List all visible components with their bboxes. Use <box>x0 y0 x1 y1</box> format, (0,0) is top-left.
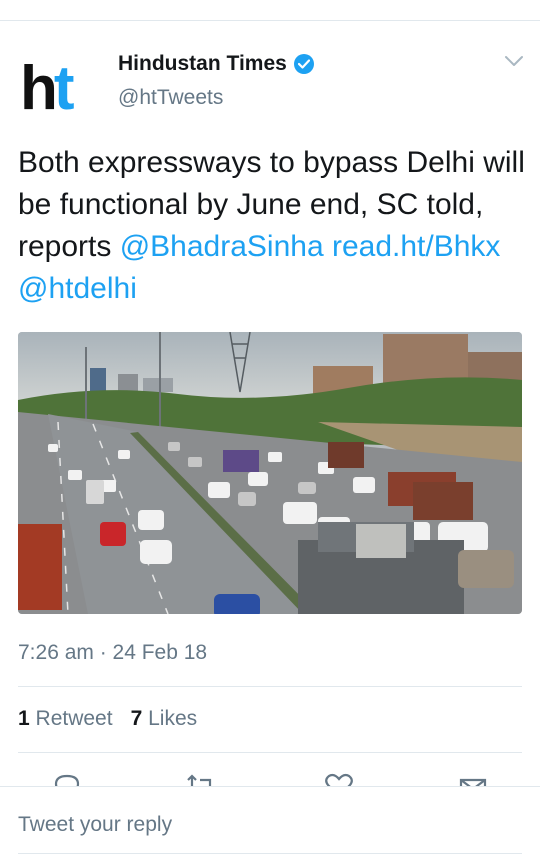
mention-link-bhadrasinha[interactable]: @BhadraSinha <box>120 230 324 263</box>
divider <box>18 686 522 687</box>
tweet-text-space <box>324 230 332 263</box>
avatar-logo-t: t <box>53 54 75 123</box>
avatar[interactable]: ht <box>20 44 96 120</box>
author-handle[interactable]: @htTweets <box>118 86 223 110</box>
url-link[interactable]: read.ht/Bhkx <box>332 230 500 263</box>
avatar-logo-h: h <box>20 54 58 123</box>
top-divider <box>0 20 540 21</box>
reply-bar: Tweet your reply <box>0 786 540 860</box>
chevron-down-icon[interactable] <box>504 54 524 68</box>
mention-link-htdelhi[interactable]: @htdelhi <box>18 272 137 305</box>
author-name-row[interactable]: Hindustan Times <box>118 52 314 76</box>
tweet-timestamp[interactable]: 7:26 am · 24 Feb 18 <box>18 641 207 665</box>
tweet-text: Both expressways to bypass Delhi will be… <box>18 142 528 310</box>
reply-input-underline <box>18 853 522 854</box>
retweet-label: Retweet <box>35 707 113 730</box>
reply-input[interactable]: Tweet your reply <box>18 813 172 837</box>
retweet-count: 1 <box>18 707 30 730</box>
tweet-stats: 1 Retweet 7 Likes <box>18 707 197 731</box>
tweet-photo[interactable] <box>18 332 522 614</box>
verified-badge-icon <box>293 54 314 74</box>
likes-count: 7 <box>130 707 143 730</box>
likes-stat[interactable]: 7 Likes <box>131 707 198 731</box>
divider <box>18 752 522 753</box>
retweet-stat[interactable]: 1 Retweet <box>18 707 113 731</box>
author-display-name[interactable]: Hindustan Times <box>118 52 287 76</box>
likes-label: Likes <box>148 707 198 730</box>
